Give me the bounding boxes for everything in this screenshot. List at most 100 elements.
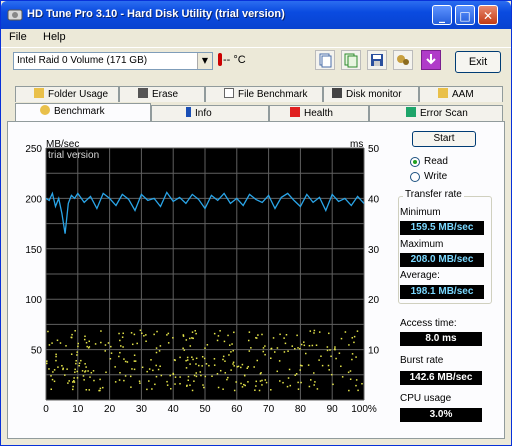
access-time-point bbox=[250, 347, 252, 349]
access-time-point bbox=[151, 388, 153, 390]
start-button[interactable]: Start bbox=[412, 131, 476, 147]
access-time-point bbox=[208, 364, 210, 367]
access-time-point bbox=[155, 347, 158, 349]
access-time-point bbox=[270, 357, 272, 359]
access-time-point bbox=[119, 351, 121, 354]
access-time-point bbox=[355, 356, 357, 358]
maximum-value: 208.0 MB/sec bbox=[400, 253, 484, 267]
y-right-tick-label: 20 bbox=[368, 295, 380, 306]
access-time-point bbox=[48, 344, 51, 346]
access-time-point bbox=[195, 357, 198, 360]
access-time-point bbox=[187, 375, 190, 378]
access-time-point bbox=[148, 368, 151, 370]
access-time-point bbox=[347, 371, 350, 374]
access-time-point bbox=[146, 388, 148, 391]
access-time-point bbox=[213, 364, 216, 366]
cpu-usage-value: 3.0% bbox=[400, 408, 482, 422]
access-time-point bbox=[326, 349, 329, 352]
access-time-point bbox=[233, 365, 235, 367]
access-time-point bbox=[48, 368, 50, 370]
access-time-point bbox=[191, 331, 194, 333]
access-time-point bbox=[133, 368, 136, 371]
access-time-point bbox=[222, 388, 224, 390]
access-time-point bbox=[334, 348, 336, 350]
access-time-point bbox=[89, 376, 91, 378]
access-time-point bbox=[87, 347, 90, 349]
access-time-point bbox=[355, 384, 357, 387]
access-time-point bbox=[46, 362, 48, 365]
x-tick-label: 10 bbox=[72, 404, 84, 415]
access-time-point bbox=[351, 337, 354, 339]
access-time-point bbox=[270, 389, 272, 391]
access-time-point bbox=[139, 329, 142, 332]
access-time-point bbox=[90, 371, 93, 374]
access-time-point bbox=[282, 381, 284, 384]
access-time-point bbox=[313, 332, 315, 334]
access-time-point bbox=[76, 377, 79, 379]
access-time-point bbox=[77, 342, 80, 345]
access-time-point bbox=[205, 363, 208, 365]
access-time-point bbox=[299, 364, 302, 367]
access-time-point bbox=[327, 364, 330, 367]
access-time-point bbox=[192, 358, 194, 361]
access-time-point bbox=[195, 375, 198, 378]
access-time-point bbox=[353, 335, 356, 338]
read-radio[interactable] bbox=[410, 157, 420, 167]
access-time-point bbox=[273, 351, 276, 353]
access-time-point bbox=[311, 344, 314, 347]
access-time-point bbox=[84, 371, 86, 373]
access-time-point bbox=[297, 381, 299, 384]
access-time-point bbox=[179, 356, 181, 359]
access-time-point bbox=[141, 366, 144, 369]
access-time-point bbox=[314, 381, 316, 383]
access-time-point bbox=[201, 365, 203, 367]
access-time-point bbox=[334, 346, 336, 348]
access-time-point bbox=[233, 331, 235, 334]
access-time-point bbox=[331, 373, 333, 376]
write-radio[interactable] bbox=[410, 172, 420, 182]
access-time-point bbox=[123, 379, 125, 382]
access-time-point bbox=[356, 330, 359, 332]
access-time-point bbox=[308, 385, 311, 388]
access-time-point bbox=[56, 339, 59, 342]
access-time-point bbox=[74, 330, 76, 332]
access-time-point bbox=[73, 381, 76, 383]
access-time-point bbox=[71, 333, 73, 336]
access-time-point bbox=[179, 382, 181, 385]
access-time-point bbox=[283, 337, 285, 339]
x-tick-label: 80 bbox=[295, 404, 307, 415]
access-time-point bbox=[109, 358, 112, 360]
access-time-point bbox=[288, 368, 291, 371]
access-time-point bbox=[254, 389, 256, 391]
access-time-point bbox=[118, 332, 120, 335]
maximum-label: Maximum bbox=[400, 239, 444, 250]
access-time-point bbox=[70, 353, 73, 355]
access-time-point bbox=[133, 354, 136, 357]
access-time-point bbox=[186, 359, 189, 361]
access-time-point bbox=[80, 359, 82, 362]
access-time-point bbox=[118, 379, 121, 381]
access-time-point bbox=[84, 335, 86, 338]
access-time-point bbox=[145, 340, 147, 343]
access-time-point bbox=[102, 386, 104, 389]
access-time-label: Access time: bbox=[400, 318, 457, 329]
access-time-point bbox=[305, 352, 307, 355]
access-time-point bbox=[204, 375, 207, 378]
access-time-point bbox=[159, 345, 162, 347]
access-time-point bbox=[355, 379, 358, 381]
trial-watermark: trial version bbox=[48, 150, 100, 161]
access-time-point bbox=[122, 346, 124, 348]
access-time-point bbox=[93, 379, 95, 382]
access-time-point bbox=[84, 363, 86, 365]
access-time-point bbox=[308, 344, 311, 347]
access-time-point bbox=[285, 334, 288, 336]
access-time-point bbox=[258, 389, 261, 392]
access-time-point bbox=[329, 349, 331, 351]
access-time-point bbox=[87, 370, 89, 372]
y-left-tick-label: 200 bbox=[25, 194, 42, 205]
access-time-point bbox=[230, 369, 232, 371]
access-time-point bbox=[283, 351, 286, 353]
access-time-point bbox=[166, 334, 168, 336]
access-time-point bbox=[291, 345, 294, 347]
x-tick-label: 20 bbox=[104, 404, 116, 415]
